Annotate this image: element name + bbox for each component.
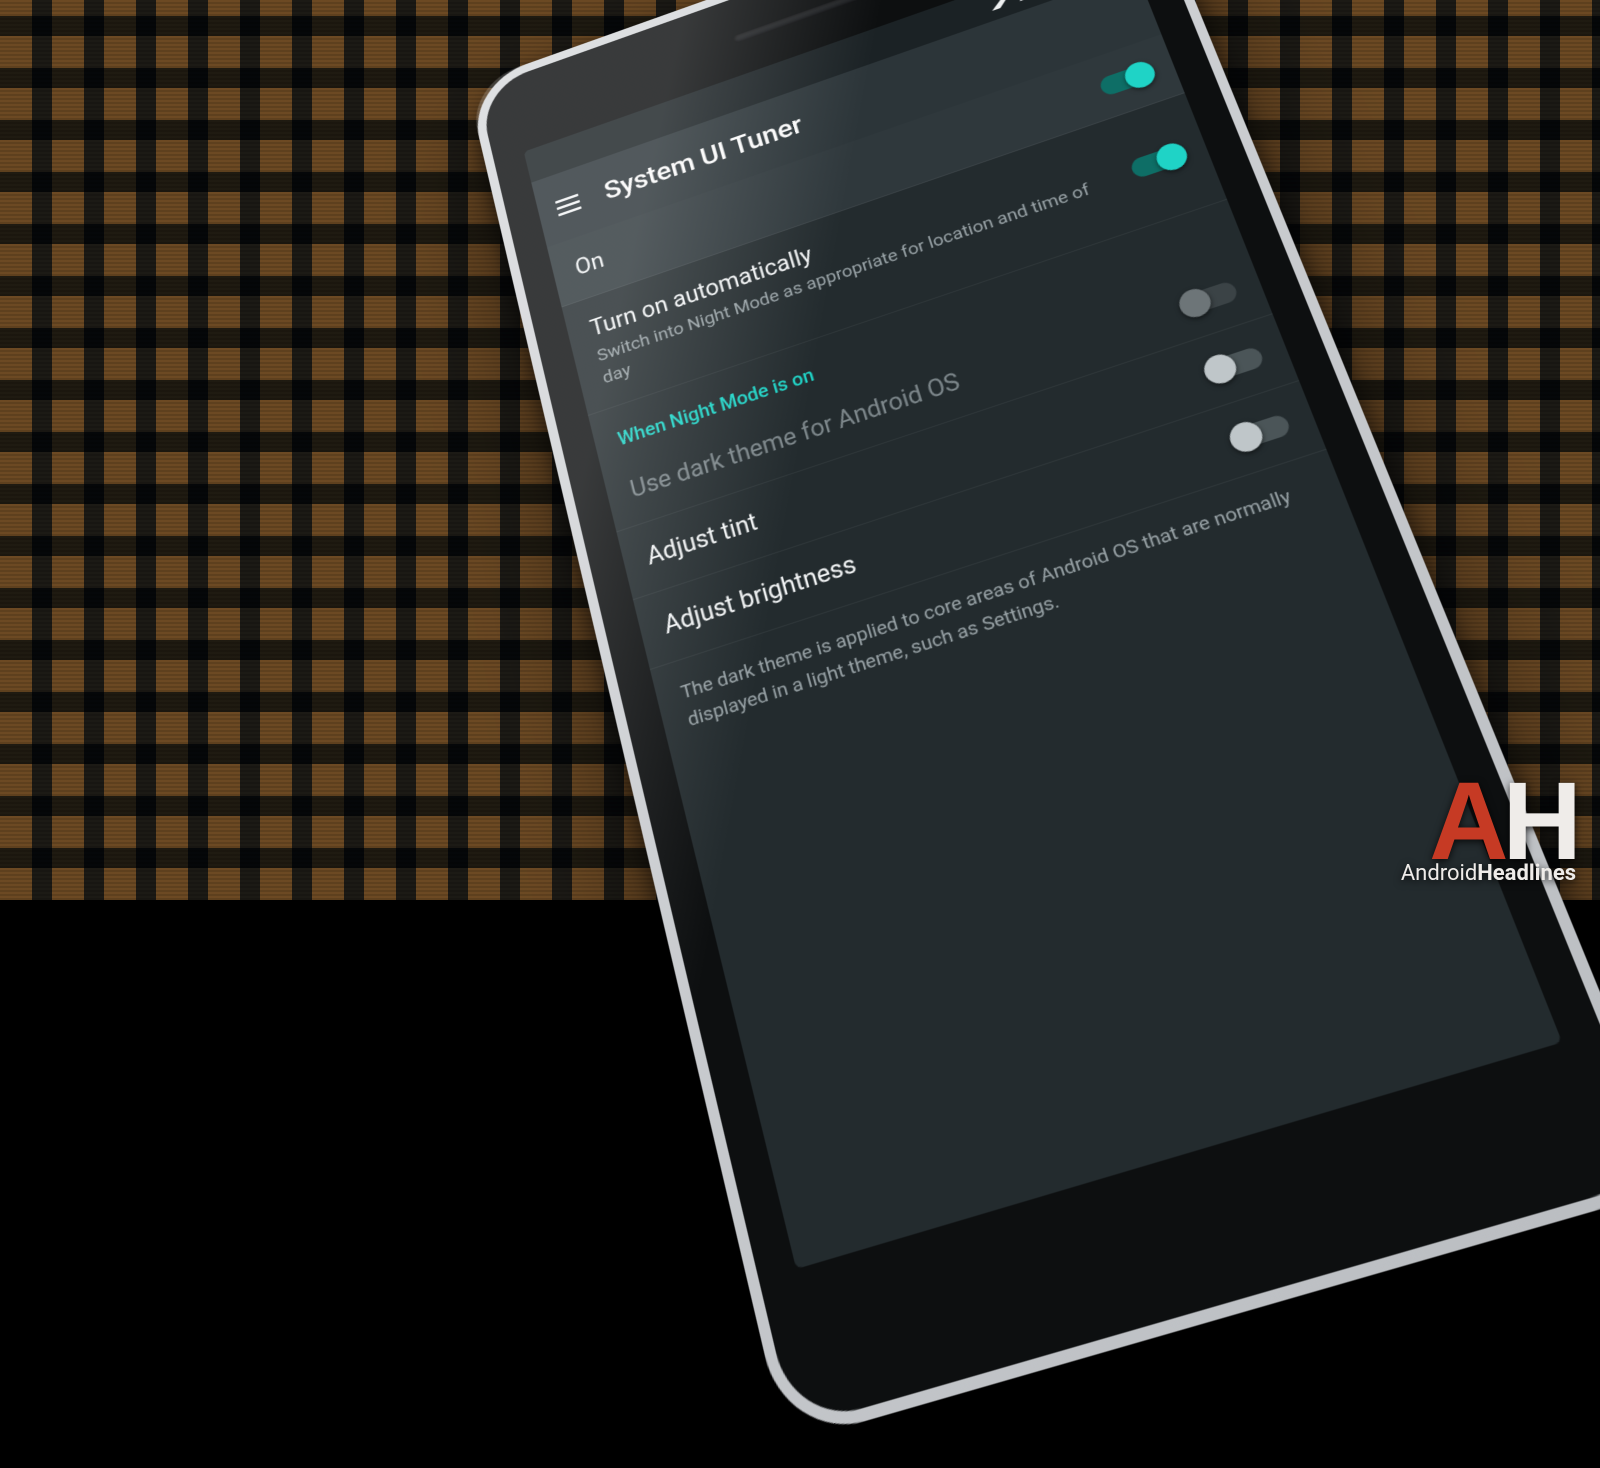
photo-stage: 12:27 System UI Tuner On Turn on automat…: [0, 0, 1600, 900]
switch-on[interactable]: [1098, 62, 1154, 96]
wifi-icon: [987, 0, 1010, 11]
switch-tint[interactable]: [1205, 345, 1265, 382]
screen: 12:27 System UI Tuner On Turn on automat…: [524, 0, 1562, 1269]
phone-device: 12:27 System UI Tuner On Turn on automat…: [467, 0, 1600, 1444]
cell-signal-icon: [1015, 0, 1038, 1]
watermark-line1: Android: [1401, 861, 1477, 886]
phone-bezel: 12:27 System UI Tuner On Turn on automat…: [477, 0, 1600, 1428]
watermark-line2: Headlines: [1477, 861, 1576, 886]
watermark: AH AndroidHeadlines: [1401, 779, 1576, 886]
switch-brightness[interactable]: [1231, 413, 1292, 451]
switch-auto[interactable]: [1129, 144, 1186, 179]
menu-icon[interactable]: [555, 193, 582, 216]
switch-dark-theme[interactable]: [1180, 280, 1239, 317]
